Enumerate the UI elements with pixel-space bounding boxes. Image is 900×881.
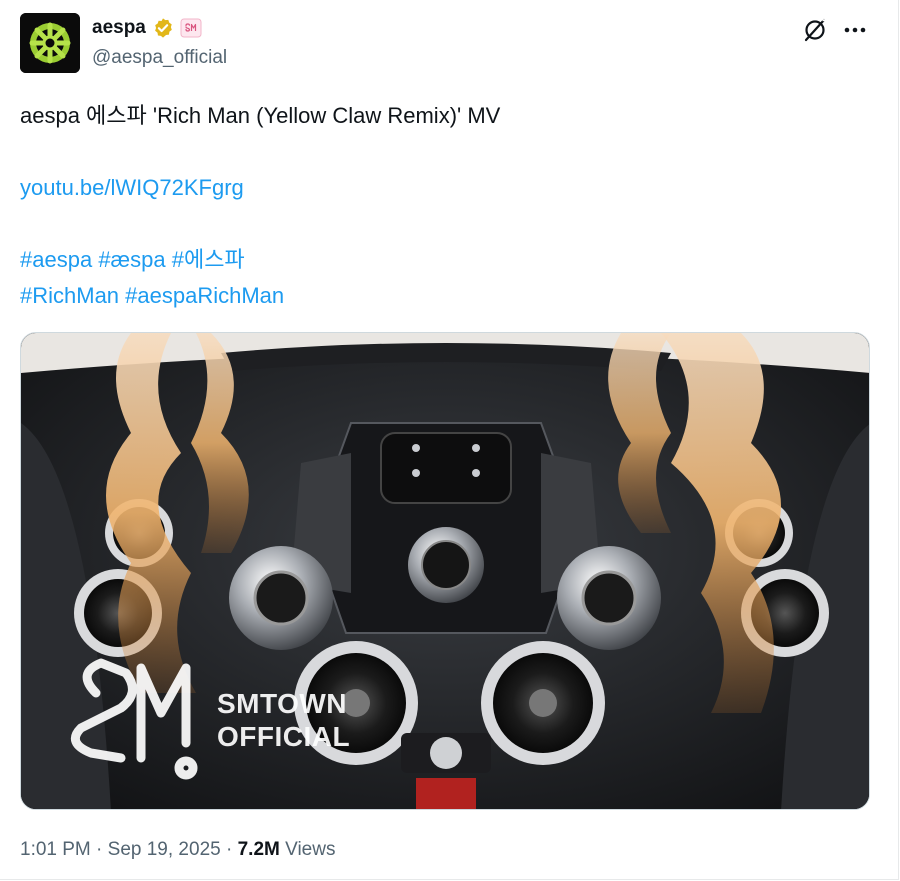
avatar[interactable] <box>20 13 80 73</box>
hashtag-link[interactable]: #æspa <box>98 247 165 272</box>
hashtag-link[interactable]: #RichMan <box>20 283 119 308</box>
views-label: Views <box>285 839 336 860</box>
tweet-footer: 1:01 PM · Sep 19, 2025 · 7.2M Views <box>20 837 335 863</box>
tweet-link[interactable]: youtu.be/lWIQ72KFgrg <box>20 173 244 203</box>
author-handle[interactable]: @aespa_official <box>92 46 227 70</box>
separator: · <box>90 839 108 860</box>
watermark-line-2: OFFICIAL <box>217 721 351 752</box>
more-horizontal-icon[interactable] <box>840 15 870 45</box>
tweet-card: aespa @aespa_official aespa 에스파 'Rich Ma… <box>0 0 899 880</box>
tweet-text: aespa 에스파 'Rich Man (Yellow Claw Remix)'… <box>20 103 501 128</box>
smtown-watermark: SMTOWN OFFICIAL <box>217 687 350 753</box>
sm-affiliate-badge-icon[interactable] <box>180 17 202 39</box>
watermark-line-1: SMTOWN <box>217 688 348 719</box>
hashtag-link[interactable]: #aespa <box>20 247 92 272</box>
aespa-logo-icon <box>20 13 80 73</box>
hashtag-link[interactable]: #aespaRichMan <box>125 283 284 308</box>
hashtag-row-1: #aespa #æspa #에스파 <box>20 245 245 275</box>
views-count: 7.2M <box>237 839 280 860</box>
hashtag-row-2: #RichMan #aespaRichMan <box>20 281 284 311</box>
separator: · <box>220 839 238 860</box>
verified-gold-badge-icon[interactable] <box>152 17 174 39</box>
hashtag-link[interactable]: #에스파 <box>172 247 245 272</box>
grok-icon[interactable] <box>800 15 830 45</box>
engine-bay-image <box>21 333 869 809</box>
tweet-date[interactable]: Sep 19, 2025 <box>108 839 221 860</box>
tweet-time[interactable]: 1:01 PM <box>20 839 91 860</box>
media-image[interactable]: SMTOWN OFFICIAL <box>20 332 870 810</box>
author-display-name[interactable]: aespa <box>92 16 146 40</box>
author-name-row: aespa <box>92 15 202 41</box>
